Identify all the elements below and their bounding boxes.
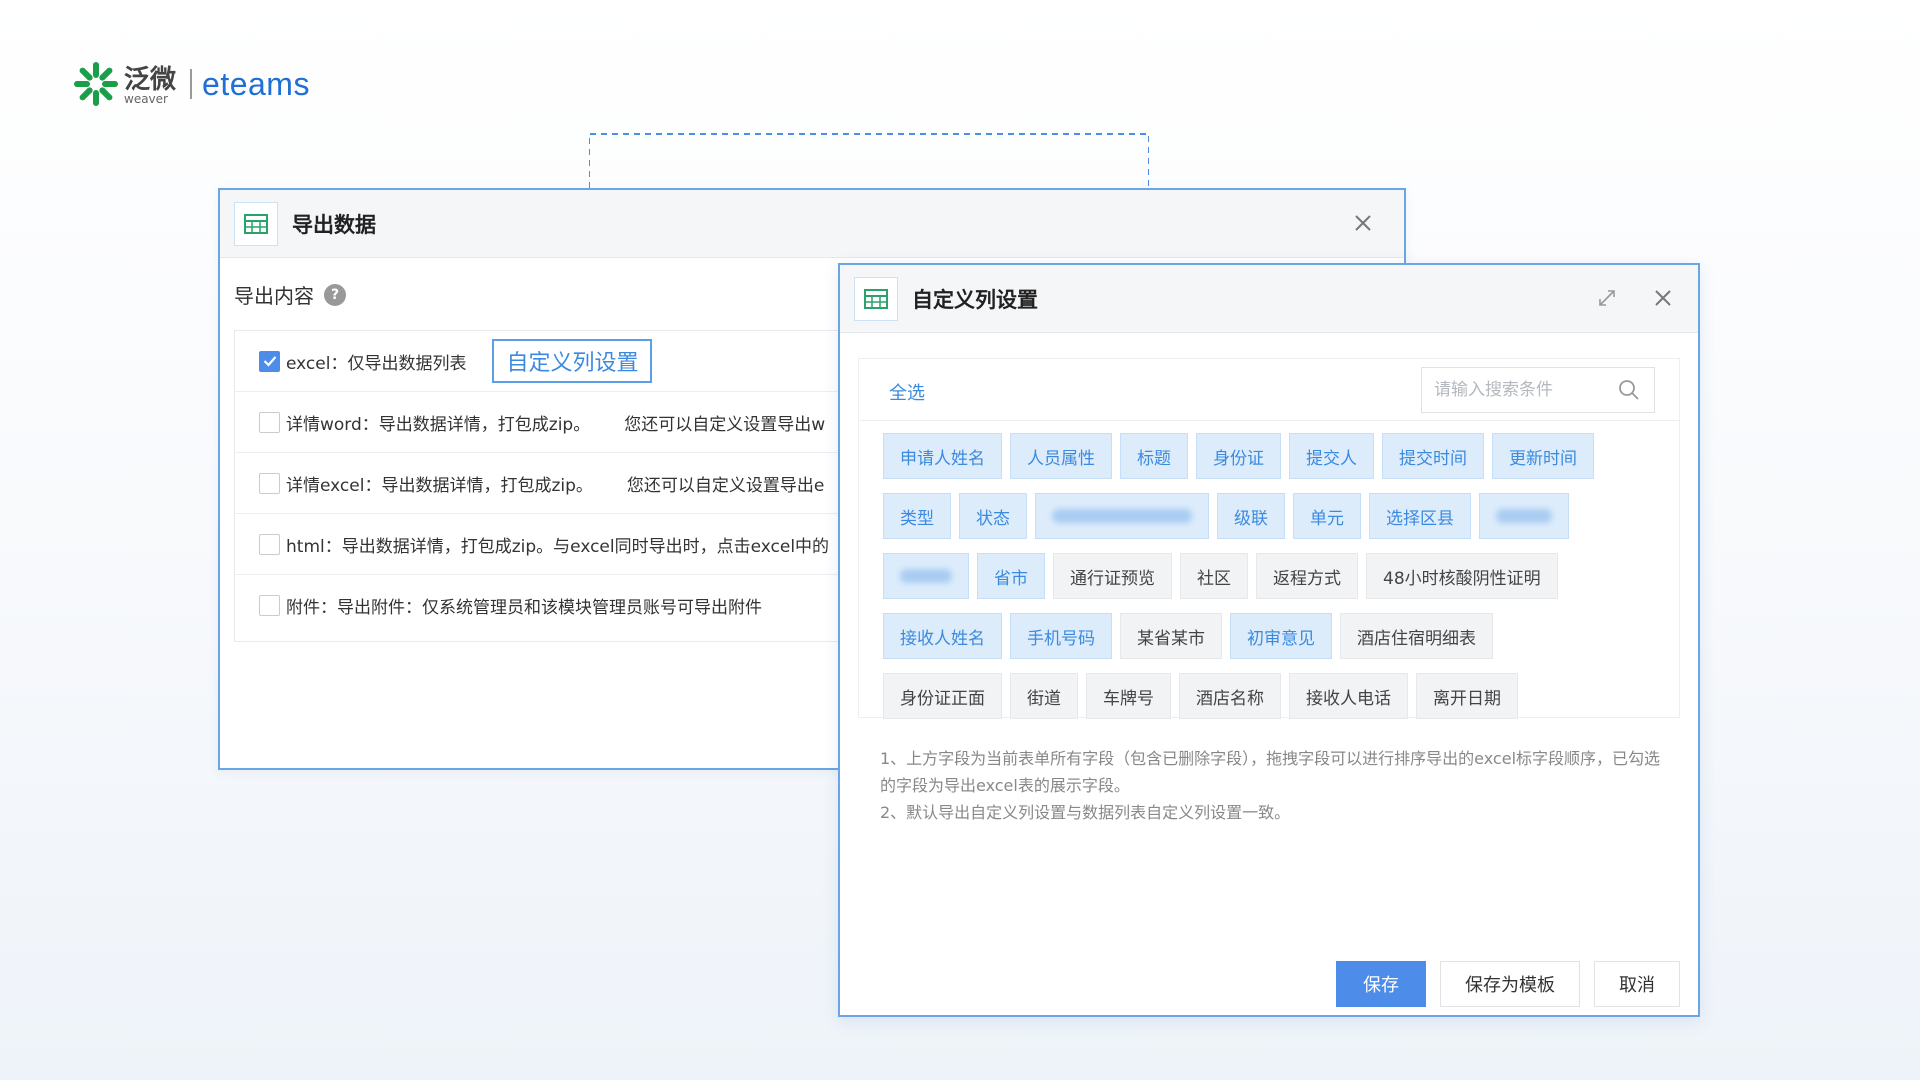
checkbox[interactable]	[259, 533, 280, 555]
logo-divider	[190, 69, 193, 99]
note-line: 2、默认导出自定义列设置与数据列表自定义列设置一致。	[880, 803, 1291, 822]
export-content-label: 导出内容 ?	[234, 280, 346, 309]
save-as-template-button[interactable]: 保存为模板	[1440, 961, 1580, 1007]
section-label-text: 导出内容	[234, 284, 314, 308]
tag-row: 接收人姓名 手机号码 某省某市 初审意见 酒店住宿明细表	[883, 613, 1679, 659]
field-tag-selected[interactable]: 身份证	[1196, 433, 1281, 479]
field-tag-selected[interactable]: 省市	[977, 553, 1045, 599]
tag-row: 省市 通行证预览 社区 返程方式 48小时核酸阴性证明	[883, 553, 1679, 599]
option-label: 详情word：导出数据详情，打包成zip。	[286, 414, 591, 435]
tag-row: 身份证正面 街道 车牌号 酒店名称 接收人电话 离开日期	[883, 673, 1679, 719]
field-tag-redacted[interactable]	[1479, 493, 1569, 539]
option-label: 附件：导出附件：仅系统管理员和该模块管理员账号可导出附件	[286, 598, 762, 618]
field-tag[interactable]: 返程方式	[1256, 553, 1358, 599]
weaver-logo-icon	[74, 62, 118, 106]
redacted-label	[900, 569, 952, 583]
field-tag-selected[interactable]: 接收人姓名	[883, 613, 1002, 659]
field-tag-selected[interactable]: 提交时间	[1382, 433, 1484, 479]
field-tag-selected[interactable]: 级联	[1217, 493, 1285, 539]
close-icon[interactable]	[1350, 210, 1376, 236]
custom-column-dialog: 自定义列设置 全选 申请人姓名人员属性标题身份证提交人提交时间更新时间类型状态级…	[838, 263, 1700, 1017]
field-tag-redacted[interactable]	[1035, 493, 1209, 539]
brand-logo: 泛微 weaver eteams	[72, 56, 310, 112]
field-tag[interactable]: 社区	[1180, 553, 1248, 599]
field-panel: 全选 申请人姓名人员属性标题身份证提交人提交时间更新时间类型状态级联单元选择区县…	[858, 358, 1680, 719]
field-tag[interactable]: 酒店名称	[1179, 673, 1281, 719]
search-box[interactable]	[1421, 367, 1655, 413]
option-label: excel：仅导出数据列表	[286, 353, 467, 374]
field-tag-selected[interactable]: 初审意见	[1230, 613, 1332, 659]
brand-name-cn: 泛微	[124, 65, 177, 95]
dialog-title: 自定义列设置	[912, 287, 1038, 312]
field-tag-selected[interactable]: 选择区县	[1369, 493, 1471, 539]
field-tag[interactable]: 街道	[1010, 673, 1078, 719]
dialog-title: 导出数据	[292, 212, 376, 237]
field-tag-selected[interactable]: 申请人姓名	[883, 433, 1002, 479]
redacted-label	[1052, 509, 1192, 523]
field-tag[interactable]: 接收人电话	[1289, 673, 1408, 719]
dialog-header: 导出数据	[220, 190, 1404, 258]
dialog-footer: 保存 保存为模板 取消	[1322, 961, 1680, 1007]
checkbox[interactable]	[259, 595, 280, 616]
field-tag-selected[interactable]: 人员属性	[1010, 433, 1112, 479]
notes: 1、上方字段为当前表单所有字段（包含已删除字段），拖拽字段可以进行排序导出的ex…	[880, 745, 1670, 826]
checkbox-checked[interactable]	[259, 350, 280, 372]
table-icon	[854, 276, 898, 321]
search-icon[interactable]	[1618, 379, 1640, 401]
close-icon[interactable]	[1650, 285, 1676, 311]
product-name: eteams	[202, 65, 310, 102]
field-tag-selected[interactable]: 更新时间	[1492, 433, 1594, 479]
field-tag[interactable]: 身份证正面	[883, 673, 1002, 719]
checkbox[interactable]	[259, 411, 280, 433]
field-tag-selected[interactable]: 提交人	[1289, 433, 1374, 479]
redacted-label	[1496, 509, 1552, 523]
field-tag-selected[interactable]: 状态	[959, 493, 1027, 539]
table-icon	[234, 201, 278, 246]
tag-row: 申请人姓名 人员属性 标题 身份证 提交人 提交时间 更新时间	[883, 433, 1679, 479]
select-all-link[interactable]: 全选	[889, 379, 925, 405]
note-line: 1、上方字段为当前表单所有字段（包含已删除字段），拖拽字段可以进行排序导出的ex…	[880, 749, 1661, 795]
brand-name-en: weaver	[124, 92, 168, 106]
dialog-header: 自定义列设置	[840, 265, 1698, 333]
field-tag-selected[interactable]: 手机号码	[1010, 613, 1112, 659]
field-tag[interactable]: 48小时核酸阴性证明	[1366, 553, 1558, 599]
field-tag[interactable]: 离开日期	[1416, 673, 1518, 719]
field-tag-selected[interactable]: 标题	[1120, 433, 1188, 479]
checkbox[interactable]	[259, 472, 280, 494]
field-tag[interactable]: 车牌号	[1086, 673, 1171, 719]
option-label: html：导出数据详情，打包成zip。与excel同时导出时，点击excel中的	[286, 536, 830, 557]
custom-column-settings-link[interactable]: 自定义列设置	[492, 339, 653, 383]
field-tag[interactable]: 某省某市	[1120, 613, 1222, 659]
field-tags: 申请人姓名 人员属性 标题 身份证 提交人 提交时间 更新时间 类型 状态 级联 单元 选择区县 省市通…	[859, 421, 1679, 719]
save-button[interactable]: 保存	[1336, 961, 1426, 1007]
field-tag-redacted[interactable]	[883, 553, 969, 599]
search-input[interactable]	[1434, 380, 1612, 400]
field-tag[interactable]: 酒店住宿明细表	[1340, 613, 1493, 659]
field-panel-toolbar: 全选	[859, 359, 1679, 421]
tag-row: 类型 状态 级联 单元 选择区县	[883, 493, 1679, 539]
option-label: 详情excel：导出数据详情，打包成zip。	[286, 475, 593, 496]
expand-icon[interactable]	[1596, 287, 1618, 309]
field-tag-selected[interactable]: 单元	[1293, 493, 1361, 539]
field-tag-selected[interactable]: 类型	[883, 493, 951, 539]
field-tag[interactable]: 通行证预览	[1053, 553, 1172, 599]
help-icon[interactable]: ?	[324, 283, 346, 306]
option-extra-text: 您还可以自定义设置导出w	[624, 414, 826, 435]
option-extra-text: 您还可以自定义设置导出e	[626, 475, 825, 496]
cancel-button[interactable]: 取消	[1594, 961, 1680, 1007]
